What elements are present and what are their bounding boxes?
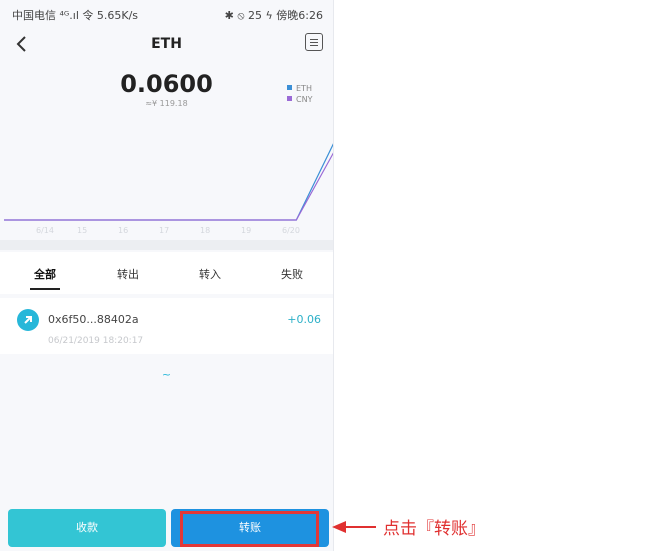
transaction-hash: 0x6f50...88402a — [48, 313, 139, 326]
legend-swatch-eth — [287, 85, 292, 90]
x-tick-label: 15 — [77, 226, 88, 235]
tab-underline — [30, 288, 60, 290]
series-line-cny — [4, 152, 333, 221]
document-icon[interactable] — [305, 33, 323, 51]
instruction-text: 点击『转账』 — [383, 519, 485, 539]
incoming-icon — [17, 309, 39, 331]
x-tick-label: 6/20 — [282, 226, 300, 235]
legend-item-cny: CNY — [287, 94, 312, 105]
legend-swatch-cny — [287, 96, 292, 101]
transaction-row[interactable]: 0x6f50...88402a +0.06 06/21/2019 18:20:1… — [0, 298, 333, 354]
price-chart — [4, 143, 333, 221]
arrow-icon — [332, 521, 376, 533]
x-tick-label: 16 — [118, 226, 129, 235]
x-tick-label: 17 — [159, 226, 170, 235]
tab-outgoing[interactable]: 转出 — [117, 266, 139, 282]
tab-failed[interactable]: 失败 — [281, 266, 303, 282]
receive-button[interactable]: 收款 — [8, 509, 166, 547]
phone-screen: 中国电信 ⁴ᴳ.ıl 令 5.65K/s ✱ ⦸ 25 ϟ 傍晚6:26 ETH… — [0, 0, 334, 551]
legend-label-eth: ETH — [296, 84, 312, 93]
status-right: ✱ ⦸ 25 ϟ 傍晚6:26 — [224, 9, 323, 22]
legend-item-eth: ETH — [287, 83, 312, 94]
series-line-eth — [4, 143, 333, 221]
tab-bar: 全部 转出 转入 失败 — [0, 252, 333, 294]
balance-amount: 0.0600 — [120, 70, 213, 98]
status-bar: 中国电信 ⁴ᴳ.ıl 令 5.65K/s ✱ ⦸ 25 ϟ 傍晚6:26 — [0, 0, 333, 26]
separator — [0, 240, 333, 250]
transaction-amount: +0.06 — [287, 313, 321, 326]
load-more-indicator: ~ — [161, 368, 172, 381]
transaction-date: 06/21/2019 18:20:17 — [48, 336, 144, 346]
x-tick-label: 19 — [241, 226, 252, 235]
top-bar: ETH — [0, 26, 333, 62]
status-left: 中国电信 ⁴ᴳ.ıl 令 5.65K/s — [12, 9, 139, 22]
legend-label-cny: CNY — [296, 95, 313, 104]
chart-legend: ETH CNY — [287, 83, 312, 105]
tab-all[interactable]: 全部 — [34, 266, 56, 282]
balance-fiat: ≈¥ 119.18 — [145, 99, 188, 108]
tab-incoming[interactable]: 转入 — [199, 266, 221, 282]
highlight-box — [180, 511, 319, 547]
x-tick-label: 6/14 — [36, 226, 54, 235]
page-title: ETH — [151, 36, 182, 52]
x-tick-label: 18 — [200, 226, 211, 235]
